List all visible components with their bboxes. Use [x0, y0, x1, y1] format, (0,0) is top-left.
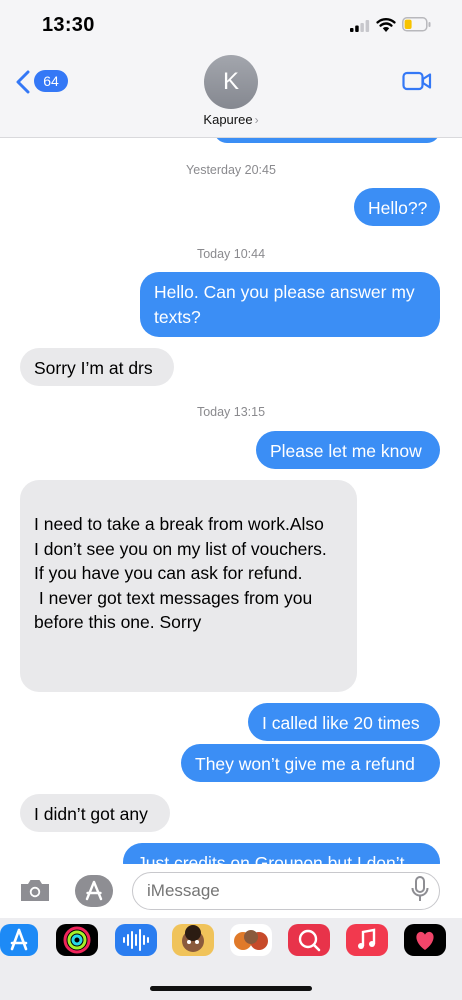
audio-message-icon[interactable] [115, 924, 157, 956]
activity-glyph-icon [63, 926, 91, 954]
outgoing-message[interactable]: Hello. Can you please answer my texts? [140, 272, 440, 337]
memoji-icon[interactable] [172, 924, 214, 956]
incoming-message[interactable]: Sorry I’m at drs [20, 348, 174, 386]
video-camera-icon [402, 71, 432, 91]
cellular-signal-icon [350, 20, 370, 32]
message-line: I need to take a break from work.Also [34, 514, 324, 534]
message-line: If you have you can ask for refund. [34, 563, 303, 583]
app-store-icon [85, 880, 103, 901]
incoming-message[interactable]: I didn’t got any [20, 794, 170, 832]
home-indicator[interactable] [150, 986, 312, 991]
stickers-glyph-icon [234, 930, 268, 950]
outgoing-message[interactable]: Please let me know [256, 431, 440, 469]
camera-button[interactable] [18, 877, 52, 908]
waveform-glyph-icon [123, 929, 149, 951]
timestamp: Today 10:44 [196, 247, 266, 261]
back-button[interactable]: 64 [16, 68, 68, 98]
message-line: Hello. Can you please answer my [154, 282, 415, 302]
conversation-view[interactable]: Yesterday 20:45 Hello?? Today 10:44 Hell… [0, 137, 462, 864]
contact-name-button[interactable]: Kapuree › [0, 112, 462, 127]
activity-rings-icon[interactable] [56, 924, 98, 956]
compose-bar [0, 864, 462, 918]
message-line: before this one. Sorry [34, 612, 202, 632]
battery-icon [402, 17, 431, 32]
digital-touch-icon[interactable] [404, 924, 446, 956]
chevron-left-icon [16, 70, 30, 94]
message-line: texts? [154, 306, 201, 327]
heart-icon [416, 931, 434, 950]
facetime-video-button[interactable] [402, 70, 432, 97]
chevron-right-icon: › [254, 113, 259, 127]
app-store-icon[interactable] [0, 924, 38, 956]
message-input[interactable] [132, 872, 440, 910]
avatar[interactable]: K [204, 55, 258, 109]
microphone-icon [411, 876, 429, 901]
search-globe-icon [298, 929, 321, 952]
apps-button[interactable] [75, 875, 113, 907]
music-note-icon [358, 928, 376, 949]
outgoing-message[interactable]: They won’t give me a refund [181, 744, 440, 782]
web-search-icon[interactable] [288, 924, 330, 956]
memoji-stickers-icon[interactable] [230, 924, 272, 956]
camera-icon [21, 880, 49, 901]
memoji-face-icon [182, 925, 204, 952]
outgoing-message[interactable]: Just credits on Groupon but I don’t [123, 843, 440, 864]
dictation-button[interactable] [411, 875, 429, 908]
outgoing-message[interactable]: I called like 20 times [248, 703, 440, 741]
unread-count-badge: 64 [34, 70, 68, 92]
message-line: I never got text messages from you [34, 587, 313, 608]
timestamp: Yesterday 20:45 [186, 163, 276, 177]
message-line: I don’t see you on my list of vouchers. [34, 538, 327, 559]
music-icon[interactable] [346, 924, 388, 956]
timestamp: Today 13:15 [196, 405, 266, 419]
outgoing-message[interactable]: Hello?? [354, 188, 440, 226]
incoming-message[interactable]: I need to take a break from work.Also I … [20, 480, 357, 692]
clock: 13:30 [42, 14, 95, 36]
status-bar: 13:30 [0, 0, 462, 50]
wifi-icon [376, 18, 396, 32]
app-store-glyph-icon [10, 928, 28, 951]
contact-name: Kapuree [203, 112, 253, 127]
